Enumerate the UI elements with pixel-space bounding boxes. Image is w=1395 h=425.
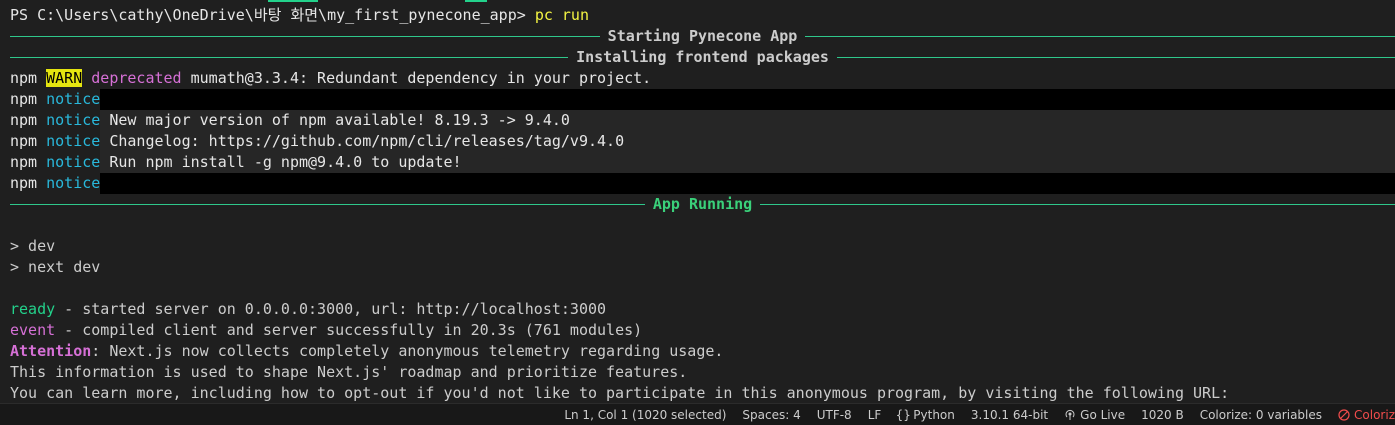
dev-line: > next dev bbox=[10, 258, 101, 276]
npm-notice-line: npm notice Run npm install -g npm@9.4.0 … bbox=[10, 153, 462, 171]
prompt-path: PS C:\Users\cathy\OneDrive\바탕 화면\my_firs… bbox=[10, 6, 526, 24]
line-highlight bbox=[100, 173, 1395, 194]
colorize-status[interactable]: Colorize: 0 variables bbox=[1192, 404, 1330, 425]
python-interpreter[interactable]: 3.10.1 64-bit bbox=[963, 404, 1056, 425]
npm-notice-line: npm notice New major version of npm avai… bbox=[10, 111, 570, 129]
indentation[interactable]: Spaces: 4 bbox=[734, 404, 808, 425]
language-mode[interactable]: {} Python bbox=[889, 404, 963, 425]
scrolled-text-fragment bbox=[268, 0, 318, 2]
dev-line: > dev bbox=[10, 237, 56, 255]
go-live-button[interactable]: Go Live bbox=[1056, 404, 1133, 425]
file-size: 1020 B bbox=[1141, 407, 1184, 422]
status-bar: Ln 1, Col 1 (1020 selected) Spaces: 4 UT… bbox=[0, 403, 1395, 425]
rule-title: App Running bbox=[652, 195, 753, 213]
end-of-line[interactable]: LF bbox=[860, 404, 890, 425]
info-line: This information is used to shape Next.j… bbox=[10, 363, 688, 381]
rule-title: Starting Pynecone App bbox=[607, 27, 798, 45]
broadcast-icon bbox=[1064, 409, 1076, 421]
scrolled-text-fragment bbox=[465, 0, 487, 2]
encoding[interactable]: UTF-8 bbox=[809, 404, 860, 425]
section-rule-running: App Running bbox=[10, 194, 1395, 215]
info-line: You can learn more, including how to opt… bbox=[10, 384, 1230, 402]
section-rule-installing: Installing frontend packages bbox=[10, 47, 1395, 68]
attention-line: Attention: Next.js now collects complete… bbox=[10, 342, 724, 360]
cursor-position[interactable]: Ln 1, Col 1 (1020 selected) bbox=[556, 404, 734, 425]
braces-icon: {} bbox=[895, 407, 911, 422]
npm-notice-line: npm notice bbox=[10, 90, 101, 108]
npm-notice-line: npm notice bbox=[10, 174, 101, 192]
prompt-command: pc run bbox=[534, 6, 589, 24]
npm-notice-line: npm notice Changelog: https://github.com… bbox=[10, 132, 625, 150]
event-line: event - compiled client and server succe… bbox=[10, 321, 643, 339]
terminal-panel[interactable]: PS C:\Users\cathy\OneDrive\바탕 화면\my_firs… bbox=[0, 0, 1395, 404]
rule-title: Installing frontend packages bbox=[576, 48, 829, 66]
error-circle-icon bbox=[1338, 408, 1350, 421]
warn-badge: WARN bbox=[46, 69, 83, 87]
section-rule-starting: Starting Pynecone App bbox=[10, 26, 1395, 47]
line-highlight bbox=[100, 89, 1395, 110]
npm-warn-line: npm WARN deprecated mumath@3.3.4: Redund… bbox=[10, 69, 652, 87]
prompt-line: PS C:\Users\cathy\OneDrive\바탕 화면\my_firs… bbox=[10, 5, 589, 26]
ready-line: ready - started server on 0.0.0.0:3000, … bbox=[10, 300, 607, 318]
colorize-error[interactable]: Coloriz bbox=[1330, 404, 1395, 425]
